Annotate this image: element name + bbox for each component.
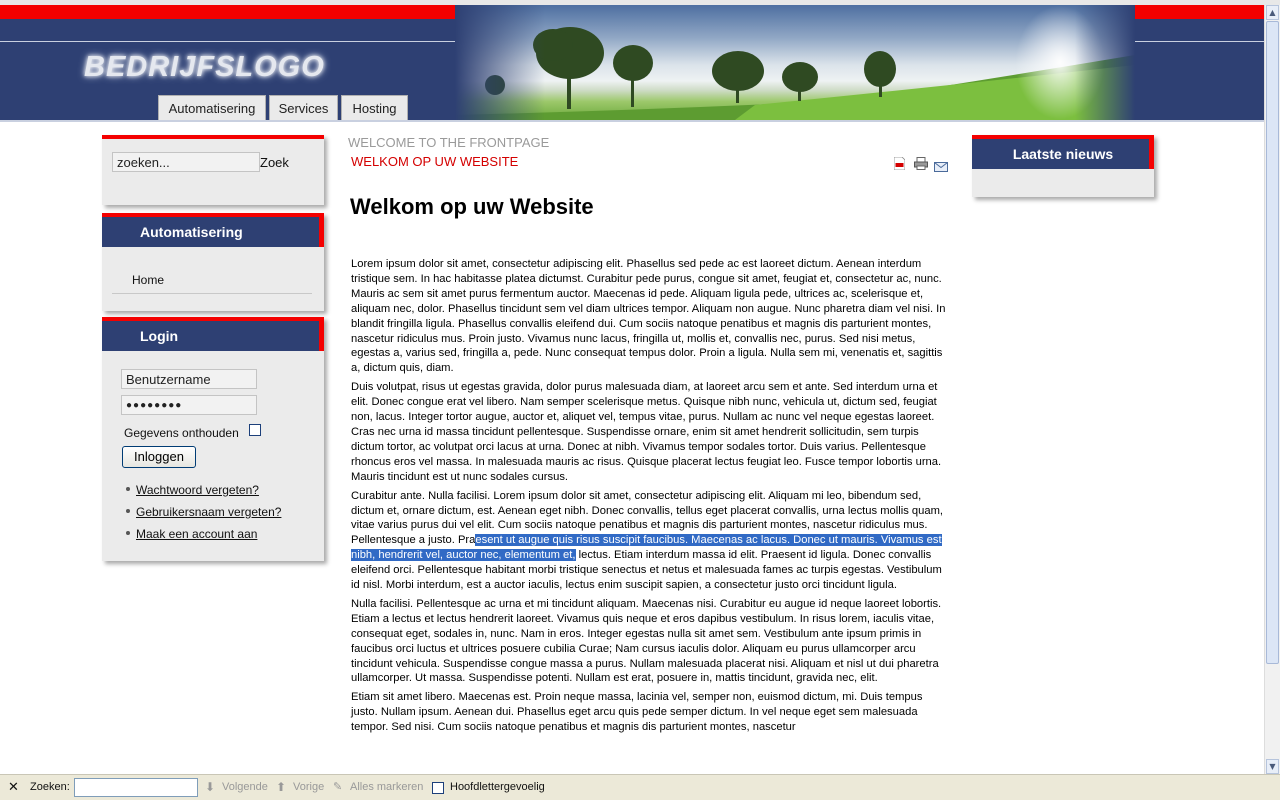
- breadcrumb: WELCOME TO THE FRONTPAGE: [348, 135, 550, 150]
- panel-red-top: [102, 135, 324, 139]
- create-account-link[interactable]: Maak een account aan: [136, 527, 257, 541]
- menu-divider: [112, 293, 312, 294]
- search-input[interactable]: zoeken...: [112, 152, 260, 172]
- email-icon[interactable]: [934, 157, 948, 172]
- match-case-label: Hoofdlettergevoelig: [450, 781, 545, 793]
- news-panel-title: Laatste nieuws: [1012, 146, 1114, 162]
- panel-red-top: [972, 135, 1154, 139]
- arrow-up-icon: ⬆: [276, 780, 287, 794]
- panel-red-top: [102, 213, 324, 217]
- news-panel-header: Laatste nieuws: [972, 135, 1154, 169]
- find-previous-button[interactable]: Vorige: [293, 781, 324, 793]
- forgot-username-link[interactable]: Gebruikersnaam vergeten?: [136, 505, 281, 519]
- password-input[interactable]: ●●●●●●●●: [121, 395, 257, 415]
- header-bottom-line: [0, 120, 1264, 122]
- login-panel: Login Benutzername ●●●●●●●● Gegevens ont…: [102, 317, 324, 561]
- page-title: Welkom op uw Website: [350, 194, 594, 219]
- find-next-button[interactable]: Volgende: [222, 781, 268, 793]
- menu-panel-header: Automatisering: [102, 213, 324, 247]
- article-paragraph: Nulla facilisi. Pellentesque ac urna et …: [351, 597, 942, 685]
- arrow-down-icon: ⬇: [205, 780, 216, 794]
- scroll-down-arrow[interactable]: ▼: [1266, 759, 1279, 774]
- header-landscape-image: [455, 5, 1135, 120]
- article-paragraph: Etiam sit amet libero. Maecenas est. Pro…: [351, 691, 923, 734]
- login-button[interactable]: Inloggen: [122, 446, 196, 468]
- search-panel: zoeken... Zoek: [102, 135, 324, 205]
- highlighter-icon: ✎: [333, 781, 343, 793]
- landscape-fade-left: [455, 5, 545, 120]
- panel-red-side: [1149, 135, 1154, 169]
- article-body: Lorem ipsum dolor sit amet, consectetur …: [351, 257, 949, 739]
- remember-label: Gegevens onthouden: [124, 426, 239, 440]
- bullet: [126, 531, 130, 535]
- site-logo[interactable]: BEDRIJFSLOGO: [84, 51, 325, 84]
- login-panel-title: Login: [140, 328, 179, 344]
- nav-tab-hosting[interactable]: Hosting: [341, 95, 408, 122]
- find-bar: ✕ Zoeken: ⬇ Volgende ⬆ Vorige ✎ Alles ma…: [0, 774, 1280, 800]
- menu-panel-title: Automatisering: [140, 224, 243, 240]
- menu-panel: Automatisering Home: [102, 213, 324, 311]
- site-header: BEDRIJFSLOGO Automatisering Services Hos…: [0, 5, 1264, 122]
- panel-red-side: [319, 317, 324, 351]
- news-panel: Laatste nieuws: [972, 135, 1154, 197]
- bullet: [126, 509, 130, 513]
- highlight-all-button[interactable]: Alles markeren: [350, 781, 423, 793]
- username-input[interactable]: Benutzername: [121, 369, 257, 389]
- pdf-icon[interactable]: [893, 155, 906, 171]
- nav-tab-automatisering[interactable]: Automatisering: [158, 95, 266, 122]
- login-panel-header: Login: [102, 317, 324, 351]
- menu-item-home[interactable]: Home: [132, 273, 164, 287]
- article-paragraph: Curabitur ante. Nulla facilisi. Lorem ip…: [351, 489, 949, 593]
- panel-red-side: [319, 213, 324, 247]
- print-icon[interactable]: [914, 155, 928, 170]
- panel-red-top: [102, 317, 324, 321]
- article-paragraph: Duis volutpat, risus ut egestas gravida,…: [351, 381, 942, 483]
- scrollbar-thumb[interactable]: [1266, 21, 1279, 664]
- landscape-fade-right: [1075, 5, 1135, 120]
- page-viewport: BEDRIJFSLOGO Automatisering Services Hos…: [0, 5, 1264, 774]
- match-case-checkbox[interactable]: [432, 782, 444, 794]
- find-input[interactable]: [74, 778, 198, 797]
- bullet: [126, 487, 130, 491]
- article-paragraph: Lorem ipsum dolor sit amet, consectetur …: [351, 258, 946, 375]
- nav-tab-services[interactable]: Services: [269, 95, 338, 122]
- forgot-password-link[interactable]: Wachtwoord vergeten?: [136, 483, 259, 497]
- find-label: Zoeken:: [30, 781, 70, 793]
- vertical-scrollbar[interactable]: ▲ ▼: [1264, 5, 1280, 774]
- remember-checkbox[interactable]: [249, 424, 261, 436]
- close-icon[interactable]: ✕: [8, 779, 19, 795]
- scroll-up-arrow[interactable]: ▲: [1266, 5, 1279, 20]
- search-button[interactable]: Zoek: [260, 155, 289, 170]
- section-title: WELKOM OP UW WEBSITE: [351, 154, 519, 169]
